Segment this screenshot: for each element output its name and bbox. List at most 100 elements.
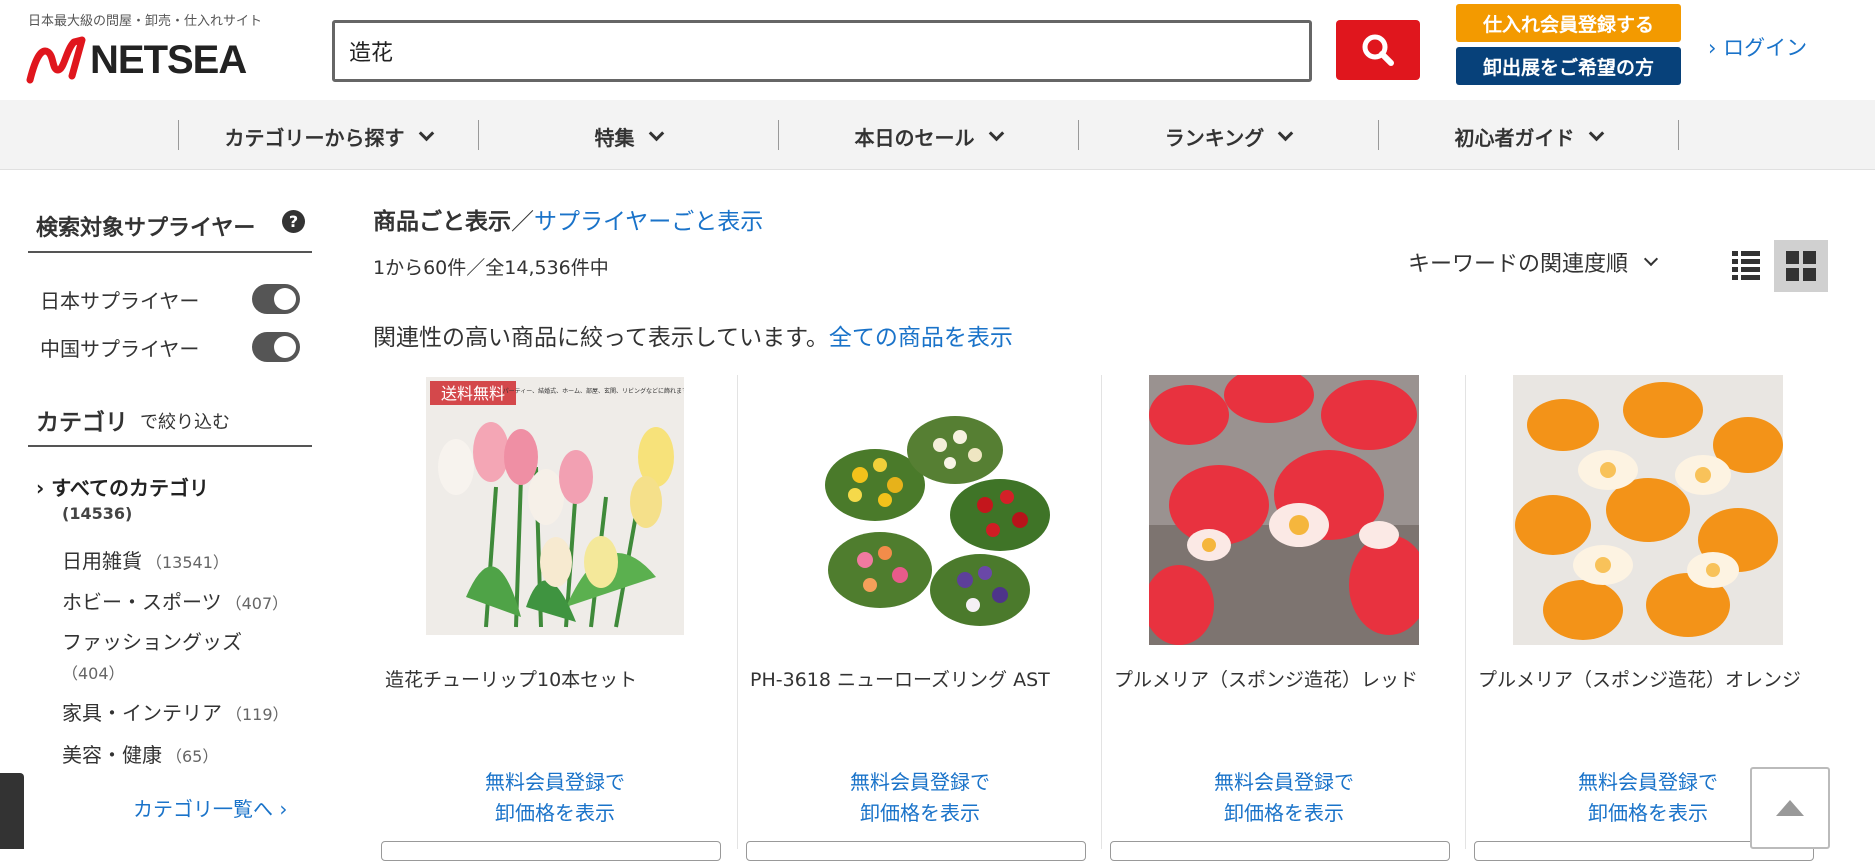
login-link[interactable]: › ログイン: [1708, 32, 1807, 62]
chevron-down-icon: [988, 125, 1004, 141]
product-image[interactable]: [1148, 375, 1419, 645]
nav-item-label: カテゴリーから探す: [224, 125, 405, 150]
site-header: 日本最大級の問屋・卸売・仕入れサイト NETSEA 造花 仕入れ会員登録する 卸…: [0, 0, 1875, 100]
netsea-logo[interactable]: NETSEA: [26, 36, 247, 84]
product-card[interactable]: PH-3618 ニューローズリング AST 無料会員登録で 卸価格を表示: [737, 375, 1102, 861]
list-view-button[interactable]: [1726, 240, 1766, 290]
price-prompt-line2: 卸価格を表示: [495, 801, 615, 825]
price-prompt-line1: 無料会員登録で: [1214, 770, 1354, 794]
product-image[interactable]: 送料無料 パーティー、結婚式、ホーム、部屋、玄関、リビングなどに飾れます。: [426, 377, 684, 635]
category-all-label: すべてのカテゴリ: [51, 476, 210, 500]
japan-supplier-label: 日本サプライヤー: [40, 289, 200, 313]
exhibit-button[interactable]: 卸出展をご希望の方: [1456, 47, 1681, 85]
price-login-prompt[interactable]: 無料会員登録で 卸価格を表示: [738, 767, 1102, 829]
plumeria-orange-image: [1512, 375, 1783, 645]
category-list-link[interactable]: カテゴリ一覧へ ›: [133, 793, 287, 822]
category-item-fashion-goods[interactable]: ファッショングッズ （404）: [62, 627, 302, 689]
category-item-beauty-health[interactable]: 美容・健康 （65）: [62, 739, 218, 768]
japan-supplier-toggle[interactable]: [252, 284, 300, 314]
nav-item-sale[interactable]: 本日のセール: [778, 120, 1078, 152]
help-icon[interactable]: ?: [282, 210, 305, 233]
product-action-button[interactable]: [1110, 841, 1450, 861]
tulip-image: 送料無料 パーティー、結婚式、ホーム、部屋、玄関、リビングなどに飾れます。: [426, 377, 684, 635]
logo-text: NETSEA: [90, 37, 247, 82]
view-by-product: 商品ごと表示: [373, 209, 511, 235]
category-all[interactable]: › すべてのカテゴリ: [36, 472, 209, 501]
register-button[interactable]: 仕入れ会員登録する: [1456, 4, 1681, 42]
product-name[interactable]: プルメリア（スポンジ造花）オレンジ: [1478, 665, 1828, 692]
product-image[interactable]: [1512, 375, 1783, 645]
category-label: 家具・インテリア: [62, 701, 222, 725]
nav-item-ranking[interactable]: ランキング: [1078, 120, 1378, 152]
category-count: （407）: [225, 594, 289, 613]
view-separator: ／: [511, 209, 534, 235]
chevron-down-icon: [1643, 251, 1659, 267]
login-label: ログイン: [1723, 36, 1808, 60]
china-supplier-toggle[interactable]: [252, 332, 300, 362]
category-label: 日用雑貨: [62, 549, 142, 573]
free-shipping-badge: 送料無料: [441, 384, 505, 403]
global-nav: カテゴリーから探す 特集 本日のセール ランキング 初心者ガイド: [0, 100, 1875, 170]
product-action-button[interactable]: [746, 841, 1086, 861]
category-filter-subtitle: で絞り込む: [140, 412, 230, 433]
grid-view-button[interactable]: [1774, 240, 1828, 292]
price-prompt-line1: 無料会員登録で: [485, 770, 625, 794]
category-item-hobby-sports[interactable]: ホビー・スポーツ （407）: [62, 586, 288, 615]
search-icon: [1362, 34, 1394, 66]
product-name[interactable]: 造花チューリップ10本セット: [385, 665, 735, 692]
show-all-products-link[interactable]: 全ての商品を表示: [829, 325, 1013, 351]
category-count: （13541）: [146, 553, 229, 572]
relevance-notice: 関連性の高い商品に絞って表示しています。全ての商品を表示: [373, 318, 1013, 352]
chevron-down-icon: [648, 125, 664, 141]
category-label: 美容・健康: [62, 743, 162, 767]
price-login-prompt[interactable]: 無料会員登録で 卸価格を表示: [373, 767, 737, 829]
site-tagline: 日本最大級の問屋・卸売・仕入れサイト: [28, 14, 263, 29]
supplier-filter-title: 検索対象サプライヤー: [36, 216, 256, 241]
category-count: （404）: [62, 664, 125, 683]
nav-item-label: ランキング: [1164, 125, 1265, 150]
category-label: ファッショングッズ: [62, 630, 242, 654]
sort-label: キーワードの関連度順: [1408, 252, 1629, 277]
notice-text: 関連性の高い商品に絞って表示しています。: [373, 325, 829, 351]
nav-item-label: 初心者ガイド: [1454, 125, 1575, 150]
divider: [28, 251, 312, 253]
chevron-down-icon: [1588, 125, 1604, 141]
nav-item-features[interactable]: 特集: [478, 120, 778, 152]
search-input[interactable]: 造花: [332, 20, 1312, 82]
side-drawer-tab[interactable]: [0, 773, 24, 849]
price-login-prompt[interactable]: 無料会員登録で 卸価格を表示: [1102, 767, 1466, 829]
product-image[interactable]: [784, 375, 1055, 645]
nav-item-category[interactable]: カテゴリーから探す: [178, 120, 478, 152]
nav-item-guide[interactable]: 初心者ガイド: [1378, 120, 1678, 152]
netsea-logo-icon: [26, 36, 86, 84]
product-name[interactable]: プルメリア（スポンジ造花）レッド: [1114, 665, 1464, 692]
category-item-daily-goods[interactable]: 日用雑貨 （13541）: [62, 545, 229, 574]
chevron-right-icon: ›: [1708, 36, 1717, 60]
plumeria-red-image: [1148, 375, 1419, 645]
nav-item-label: 本日のセール: [854, 125, 975, 150]
price-prompt-line2: 卸価格を表示: [1224, 801, 1344, 825]
chevron-right-icon: ›: [36, 476, 52, 500]
chevron-down-icon: [1277, 125, 1294, 141]
view-mode-switch: 商品ごと表示／サプライヤーごと表示: [373, 202, 763, 236]
category-label: ホビー・スポーツ: [62, 590, 222, 614]
grid-view-icon: [1786, 251, 1816, 281]
nav-divider: [1678, 120, 1679, 150]
sort-select[interactable]: キーワードの関連度順: [1408, 246, 1659, 278]
chevron-right-icon: ›: [279, 797, 288, 821]
category-item-furniture-interior[interactable]: 家具・インテリア （119）: [62, 697, 289, 726]
category-all-count: (14536): [62, 504, 133, 523]
product-card[interactable]: プルメリア（スポンジ造花）レッド 無料会員登録で 卸価格を表示: [1101, 375, 1466, 861]
product-action-button[interactable]: [381, 841, 721, 861]
china-supplier-label: 中国サプライヤー: [40, 337, 200, 361]
category-count: （119）: [226, 705, 289, 724]
result-count: 1から60件／全14,536件中: [373, 257, 609, 279]
view-by-supplier-link[interactable]: サプライヤーごと表示: [534, 209, 763, 235]
product-name[interactable]: PH-3618 ニューローズリング AST: [750, 665, 1100, 692]
rose-ring-image: [784, 375, 1055, 645]
product-card[interactable]: 送料無料 パーティー、結婚式、ホーム、部屋、玄関、リビングなどに飾れます。 造花…: [373, 375, 737, 861]
chevron-down-icon: [418, 125, 434, 141]
search-button[interactable]: [1336, 20, 1420, 80]
category-list-label: カテゴリ一覧へ: [133, 797, 273, 821]
scroll-to-top-button[interactable]: [1750, 767, 1830, 849]
